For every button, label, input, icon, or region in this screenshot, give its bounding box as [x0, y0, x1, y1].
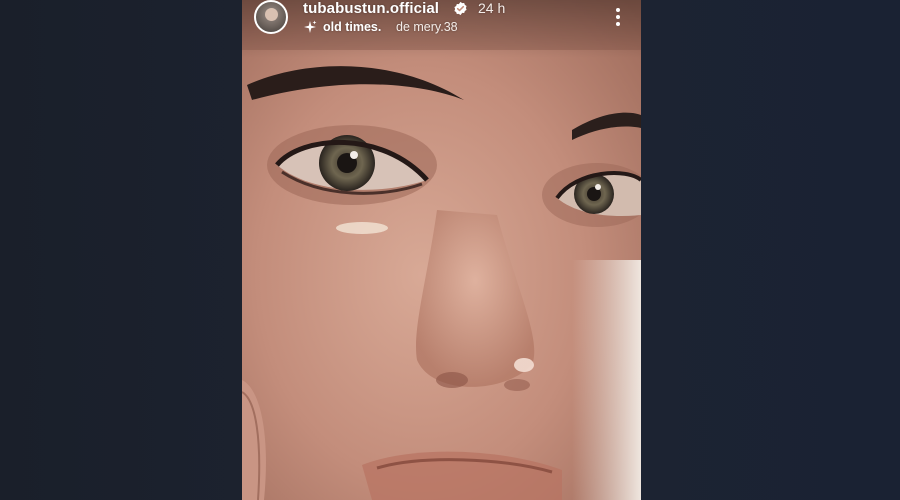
- story-photo: [242, 0, 641, 500]
- story-frame[interactable]: tubabustun.official 24 h old times. de m…: [242, 0, 641, 500]
- verified-badge-icon: [454, 1, 467, 16]
- story-header: tubabustun.official 24 h old times. de m…: [254, 0, 629, 44]
- more-vertical-icon[interactable]: [612, 6, 624, 28]
- username-link[interactable]: tubabustun.official: [303, 0, 439, 17]
- sparkle-music-icon: [304, 20, 317, 33]
- profile-avatar[interactable]: [254, 0, 288, 34]
- song-title: old times.: [323, 20, 382, 34]
- song-artist: de mery.38: [396, 20, 458, 34]
- post-time: 24 h: [478, 0, 506, 16]
